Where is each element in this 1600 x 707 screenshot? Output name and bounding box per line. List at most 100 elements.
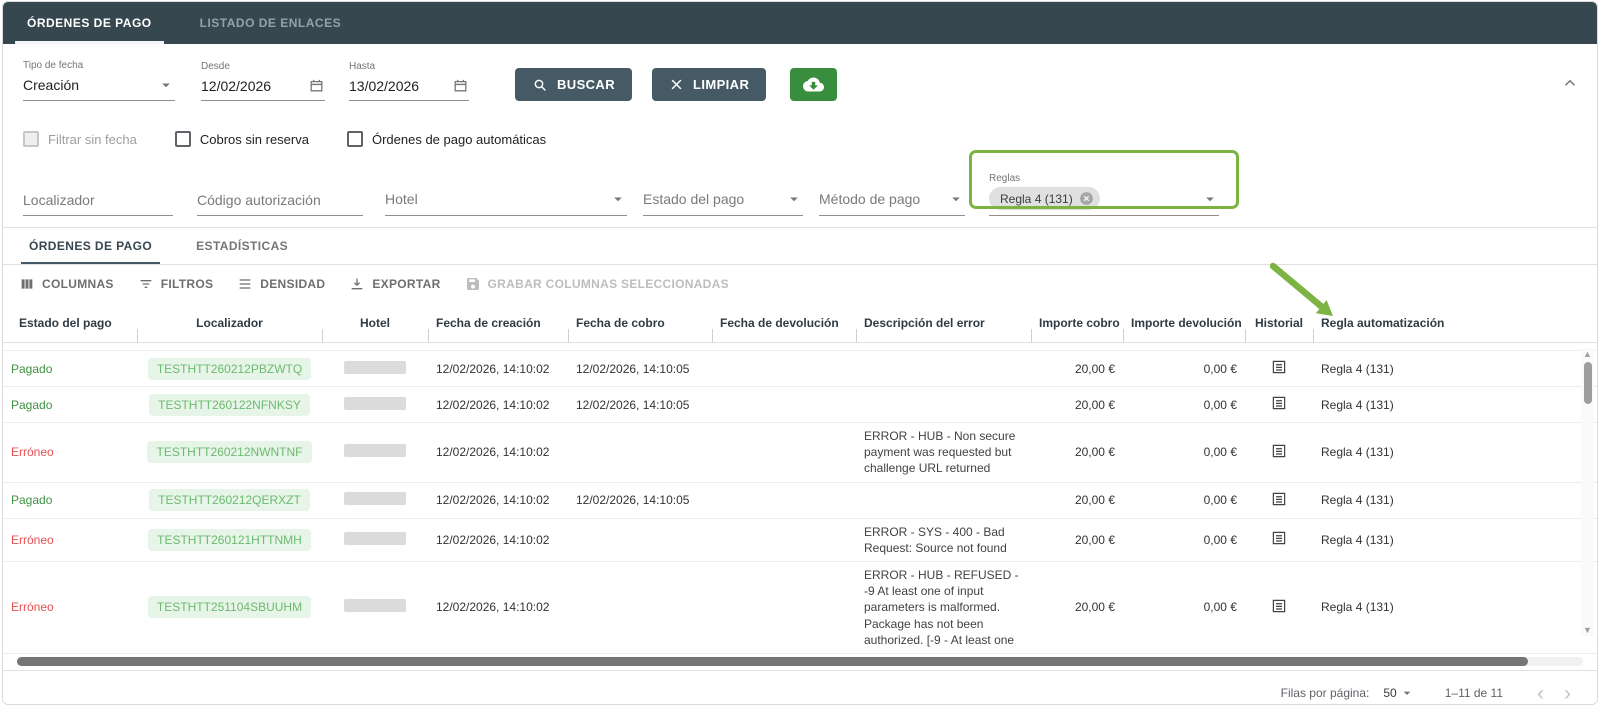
scroll-down-icon[interactable]: ▼ (1583, 624, 1592, 636)
previous-page-icon[interactable]: ‹ (1527, 683, 1554, 704)
rows-per-page-value: 50 (1383, 686, 1397, 701)
importe-cobro-cell: 20,00 € (1074, 600, 1115, 615)
horizontal-scrollbar-thumb[interactable] (17, 656, 1529, 666)
estado-cell: Erróneo (11, 600, 54, 615)
fecha-devolucion-cell (712, 364, 856, 374)
importe-devolucion-cell: 0,00 € (1203, 361, 1237, 376)
localizador-chip[interactable]: TESTHTT251104SBUUHM (147, 596, 312, 619)
history-icon[interactable] (1270, 529, 1288, 547)
history-icon[interactable] (1270, 358, 1288, 376)
localizador-chip[interactable]: TESTHTT260121HTTNMH (148, 528, 311, 551)
hotel-cell (322, 356, 428, 382)
next-page-icon[interactable]: › (1554, 683, 1581, 704)
checkbox-ordenes-automaticas[interactable]: Órdenes de pago automáticas (346, 131, 546, 147)
hotel-redacted-value (344, 531, 406, 545)
estado-cell: Pagado (11, 397, 53, 412)
chevron-down-icon (609, 190, 627, 208)
rows-per-page-select[interactable]: 50 (1383, 685, 1414, 701)
regla-chip-label: Regla 4 (131) (1000, 191, 1073, 206)
toolbar-filtros[interactable]: FILTROS (138, 276, 214, 292)
limpiar-button[interactable]: LIMPIAR (652, 68, 767, 101)
column-header-descripcion-del-error[interactable]: Descripción del error (856, 316, 1031, 343)
table-row[interactable]: Erróneo TESTHTT260212NWNTNF 12/02/2026, 14… (3, 423, 1597, 483)
tab-ordenes-de-pago[interactable]: ÓRDENES DE PAGO (3, 2, 176, 44)
importe-cobro-cell: 20,00 € (1074, 397, 1115, 412)
checkbox-box[interactable] (346, 131, 363, 147)
column-header-fecha-de-devolucion[interactable]: Fecha de devolución (712, 316, 856, 343)
tab-listado-de-enlaces[interactable]: LISTADO DE ENLACES (176, 2, 365, 44)
reglas-label: Reglas (989, 173, 1021, 184)
table-body: Pagado TESTHTT260212PBZWTQ 12/02/2026, 14:… (3, 351, 1597, 654)
importe-cobro-cell: 20,00 € (1074, 361, 1115, 376)
localizador-chip[interactable]: TESTHTT260122NFNKSY (149, 393, 310, 416)
column-header-localizador[interactable]: Localizador (137, 316, 322, 343)
calendar-icon[interactable] (452, 77, 469, 94)
estado-del-pago-select[interactable]: Estado del pago (643, 190, 803, 216)
history-icon[interactable] (1270, 394, 1288, 412)
hasta-value: 13/02/2026 (349, 77, 420, 94)
tipo-de-fecha-label: Tipo de fecha (23, 60, 84, 71)
localizador-chip[interactable]: TESTHTT260212NWNTNF (147, 441, 312, 464)
table-row[interactable]: Erróneo TESTHTT251104SBUUHM 12/02/2026, 14… (3, 562, 1597, 654)
column-header-fecha-de-cobro[interactable]: Fecha de cobro (568, 316, 712, 343)
table-row[interactable]: Pagado TESTHTT260212PBZWTQ 12/02/2026, 14:… (3, 351, 1597, 387)
historial-cell (1245, 485, 1313, 516)
desde-date-field[interactable]: Desde 12/02/2026 (201, 61, 325, 101)
history-icon[interactable] (1270, 442, 1288, 460)
checkbox-box[interactable] (174, 131, 191, 147)
scroll-up-icon[interactable]: ▲ (1583, 348, 1592, 360)
buscar-button[interactable]: BUSCAR (515, 68, 633, 101)
toolbar-columnas[interactable]: COLUMNAS (19, 276, 114, 292)
column-header-importe-cobro[interactable]: Importe cobro (1031, 316, 1123, 343)
horizontal-scrollbar[interactable] (17, 656, 1583, 666)
column-header-regla-automatizacion[interactable]: Regla automatización (1313, 316, 1463, 343)
localizador-chip[interactable]: TESTHTT260212QERXZT (149, 489, 310, 512)
vertical-scrollbar-thumb[interactable] (1583, 362, 1592, 404)
tipo-de-fecha-select[interactable]: Tipo de fecha Creación (23, 60, 175, 101)
toolbar-exportar[interactable]: EXPORTAR (349, 276, 440, 292)
importe-devolucion-cell: 0,00 € (1203, 397, 1237, 412)
error-descripcion-cell (856, 400, 1031, 410)
table-header-row: Estado del pago Localizador Hotel Fecha de … (3, 303, 1597, 343)
hotel-select[interactable]: Hotel (385, 190, 627, 216)
checkbox-cobros-sin-reserva[interactable]: Cobros sin reserva (174, 131, 309, 147)
hotel-cell (322, 527, 428, 553)
metodo-de-pago-select[interactable]: Método de pago (819, 190, 965, 216)
desde-value: 12/02/2026 (201, 77, 272, 94)
collapse-filters-icon[interactable] (1561, 74, 1579, 97)
table-row[interactable]: Pagado TESTHTT260122NFNKSY 12/02/2026, 14:… (3, 387, 1597, 423)
localizador-chip[interactable]: TESTHTT260212PBZWTQ (147, 357, 312, 380)
toolbar-densidad[interactable]: DENSIDAD (237, 276, 325, 292)
table-toolbar: COLUMNAS FILTROS DENSIDAD EXPORTAR GRABAR CO… (3, 265, 1597, 303)
checkbox-label: Filtrar sin fecha (48, 131, 137, 147)
localizador-input[interactable]: Localizador (23, 192, 173, 216)
checkbox-filtrar-sin-fecha: Filtrar sin fecha (23, 131, 137, 147)
column-header-historial[interactable]: Historial (1245, 316, 1313, 343)
save-icon (465, 276, 481, 292)
reglas-select[interactable]: Reglas Regla 4 (131) (989, 173, 1219, 216)
column-header-fecha-de-creacion[interactable]: Fecha de creación (428, 316, 568, 343)
table-row[interactable]: Pagado TESTHTT260212QERXZT 12/02/2026, 14:… (3, 483, 1597, 519)
chevron-down-icon (1201, 190, 1219, 208)
tab-ordenes-table[interactable]: ÓRDENES DE PAGO (7, 228, 174, 264)
importe-cobro-cell: 20,00 € (1074, 493, 1115, 508)
table-row[interactable]: Erróneo TESTHTT260121HTTNMH 12/02/2026, 14… (3, 519, 1597, 562)
codigo-autorizacion-input[interactable]: Código autorización (197, 192, 363, 216)
historial-cell (1245, 389, 1313, 420)
calendar-icon[interactable] (308, 77, 325, 94)
history-icon[interactable] (1270, 490, 1288, 508)
chip-remove-icon[interactable] (1078, 190, 1095, 207)
column-header-importe-devolucion[interactable]: Importe devolución (1123, 316, 1245, 343)
vertical-scrollbar[interactable]: ▲ ▼ (1581, 348, 1594, 636)
importe-cobro-cell: 20,00 € (1074, 532, 1115, 547)
hasta-date-field[interactable]: Hasta 13/02/2026 (349, 61, 469, 101)
tab-estadisticas[interactable]: ESTADÍSTICAS (174, 228, 310, 264)
cloud-download-button[interactable] (790, 68, 838, 101)
error-descripcion-cell (856, 495, 1031, 505)
column-header-hotel[interactable]: Hotel (322, 316, 428, 343)
history-icon[interactable] (1270, 597, 1288, 615)
filter-panel: Tipo de fecha Creación Desde 12/02/2026 … (3, 44, 1597, 228)
column-header-estado-del-pago[interactable]: Estado del pago (3, 316, 137, 330)
regla-chip[interactable]: Regla 4 (131) (989, 187, 1100, 210)
importe-cobro-cell: 20,00 € (1074, 445, 1115, 460)
